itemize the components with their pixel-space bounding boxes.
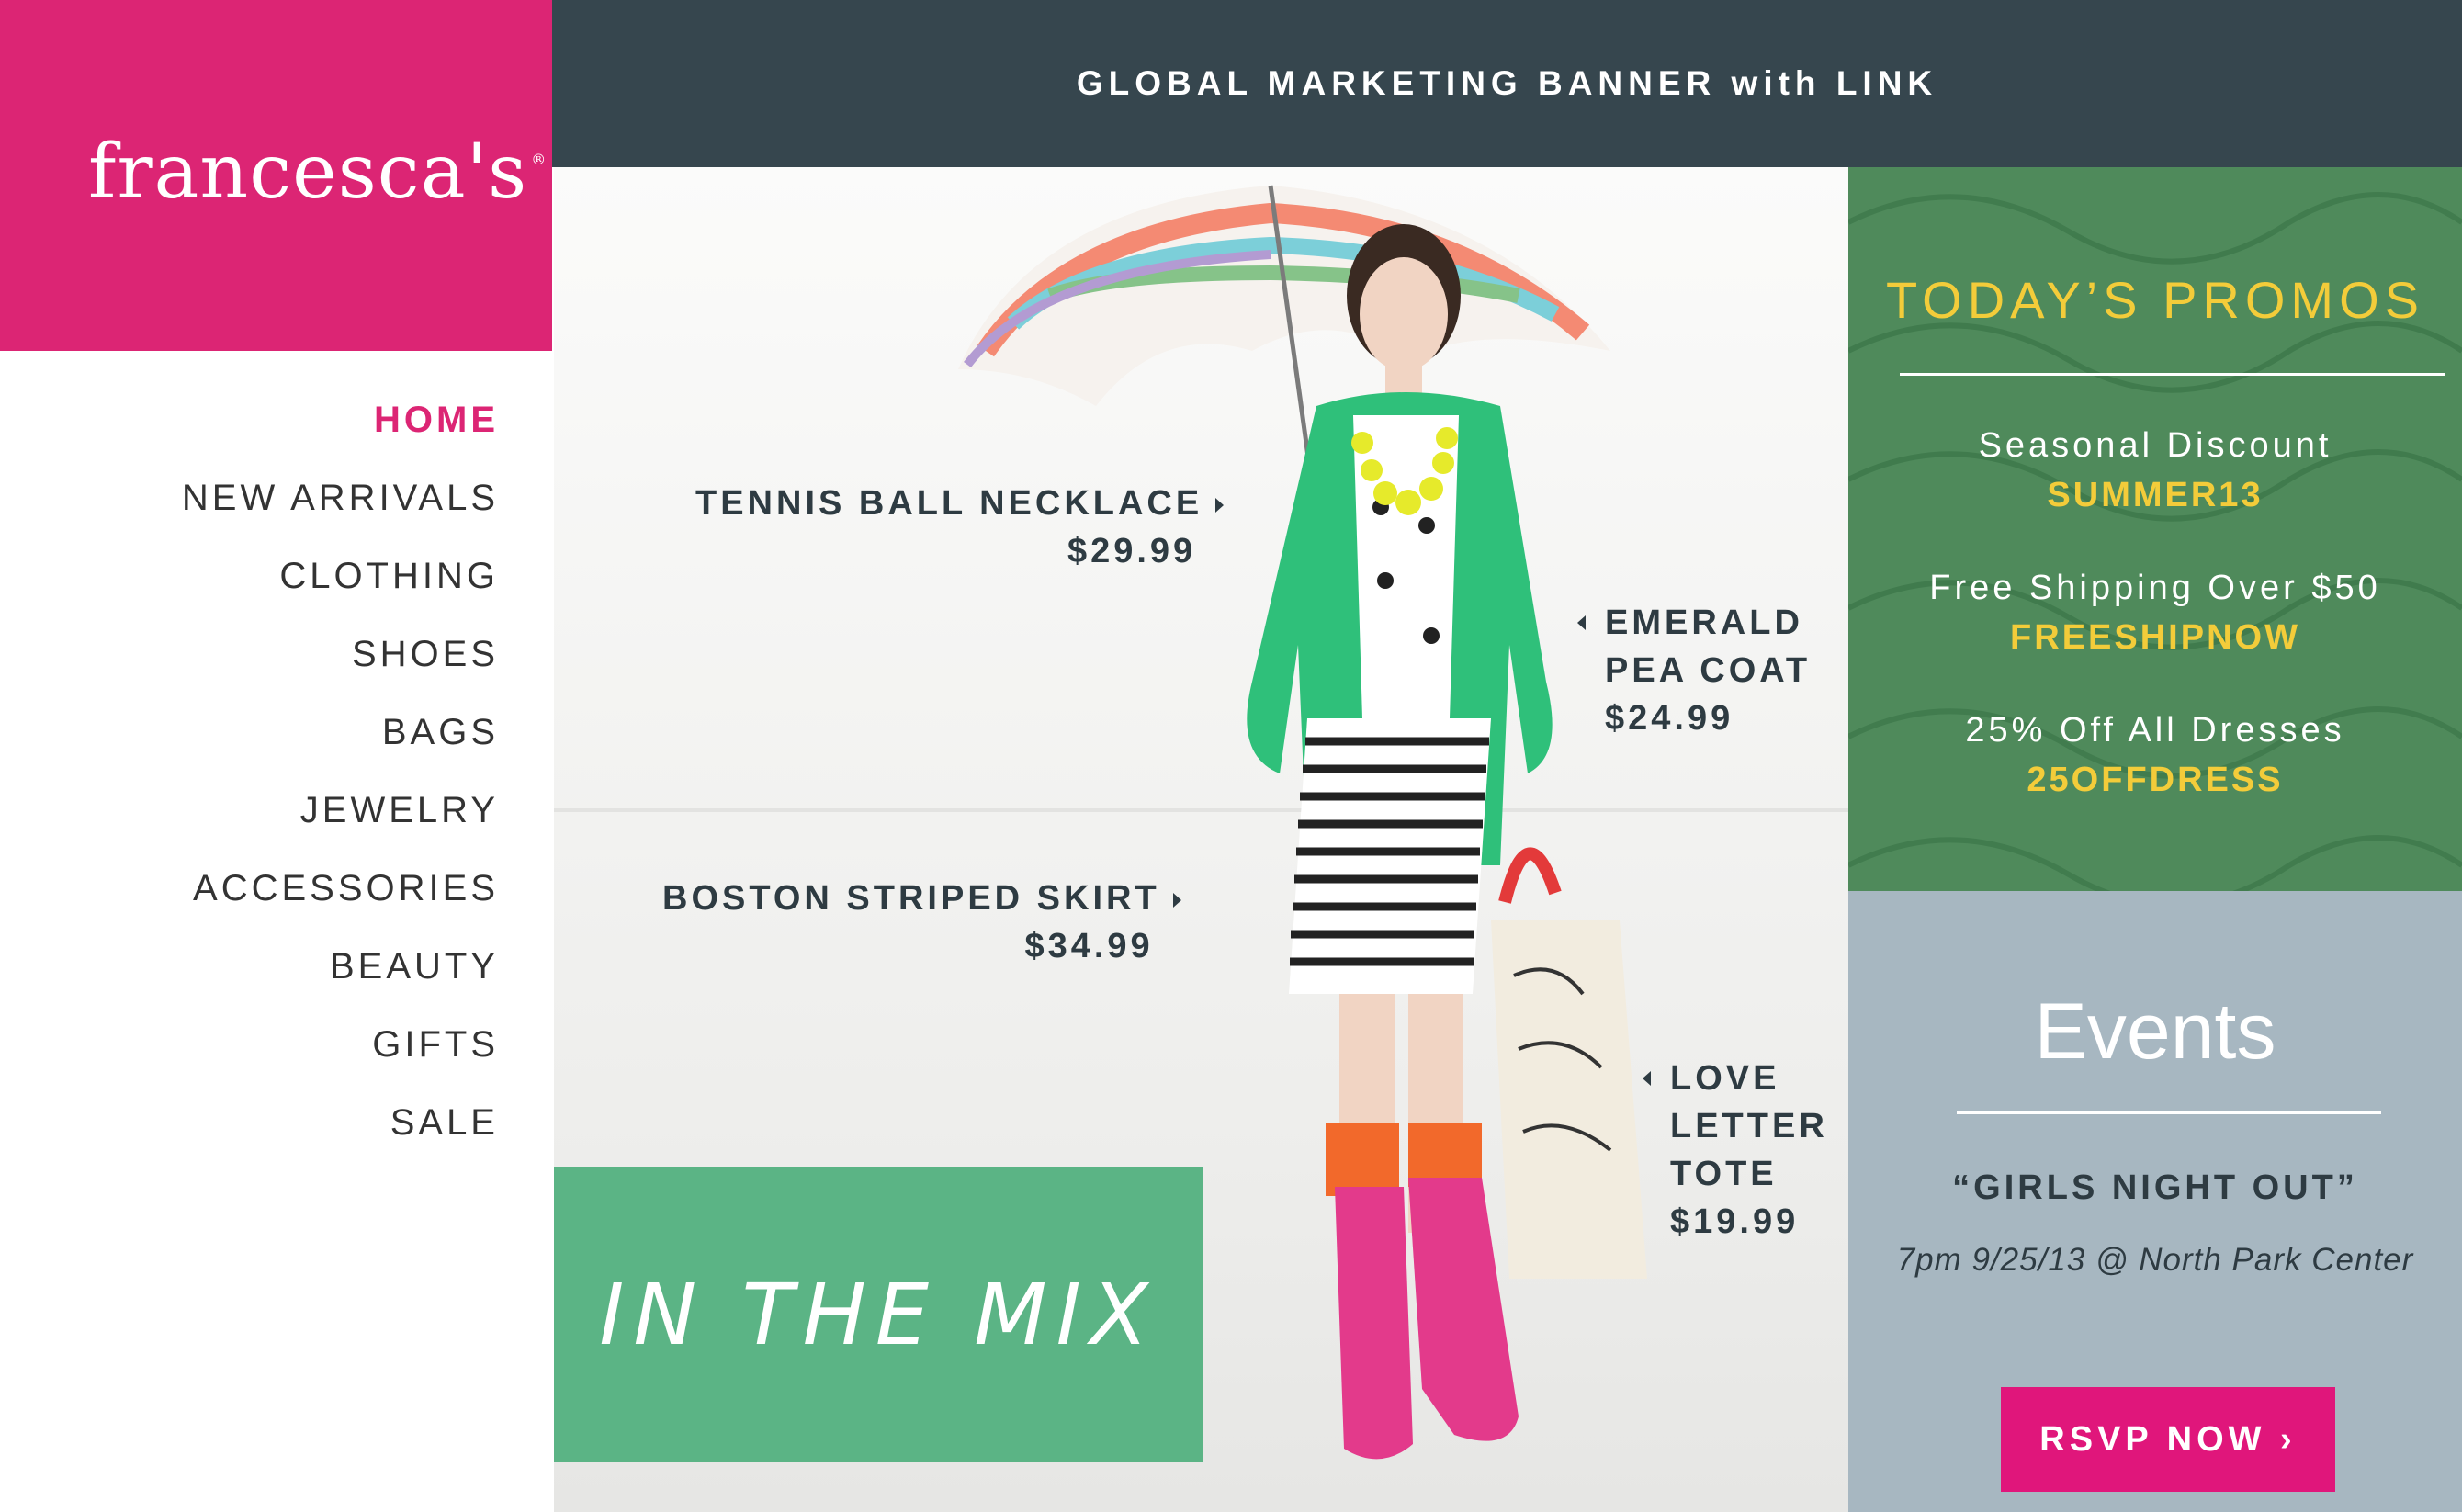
product-name-line: TOTE — [1670, 1155, 1778, 1193]
promo-code[interactable]: SUMMER13 — [1848, 476, 2462, 515]
in-the-mix-feature[interactable]: IN THE MIX — [554, 1167, 1203, 1462]
nav-item-new-arrivals[interactable]: NEW ARRIVALS — [182, 478, 499, 519]
events-divider — [1957, 1111, 2381, 1114]
brand-logo[interactable]: francesca's ® — [88, 129, 547, 216]
caret-right-icon — [1215, 497, 1225, 513]
product-callout-tote[interactable]: LOVE LETTER TOTE $19.99 — [1643, 1055, 1828, 1246]
nav-item-gifts[interactable]: GIFTS — [372, 1024, 499, 1066]
nav-item-sale[interactable]: SALE — [390, 1102, 499, 1144]
events-title: Events — [2034, 987, 2276, 1076]
product-price: $24.99 — [1605, 699, 1734, 738]
product-price: $34.99 — [1024, 927, 1154, 965]
caret-left-icon — [1643, 1071, 1651, 1086]
nav-item-shoes[interactable]: SHOES — [352, 634, 499, 675]
nav-item-clothing[interactable]: CLOTHING — [279, 556, 499, 597]
logo-panel[interactable]: francesca's ® — [0, 0, 552, 351]
promos-panel: TODAY’S PROMOS Seasonal Discount SUMMER1… — [1848, 167, 2462, 891]
rsvp-button[interactable]: RSVP NOW › — [2001, 1387, 2335, 1492]
promo-label: Free Shipping Over $50 — [1929, 569, 2381, 607]
event-detail: 7pm 9/25/13 @ North Park Center — [1896, 1242, 2414, 1278]
nav-item-beauty[interactable]: BEAUTY — [330, 946, 499, 987]
nav-item-home[interactable]: HOME — [374, 400, 499, 441]
product-name-line: EMERALD — [1605, 604, 1803, 642]
events-panel: Events “GIRLS NIGHT OUT” 7pm 9/25/13 @ N… — [1848, 891, 2462, 1512]
nav-item-accessories[interactable]: ACCESSORIES — [193, 868, 499, 909]
promos-title: TODAY’S PROMOS — [1885, 271, 2424, 329]
feature-label: IN THE MIX — [599, 1265, 1158, 1364]
promos-divider — [1900, 373, 2445, 376]
product-price: $29.99 — [1067, 532, 1197, 570]
product-callout-pea-coat[interactable]: EMERALD PEA COAT $24.99 — [1577, 599, 1812, 742]
product-name-line: PEA COAT — [1605, 651, 1812, 690]
caret-right-icon — [1172, 892, 1181, 908]
product-name-line: LETTER — [1670, 1107, 1828, 1145]
promo-code[interactable]: 25OFFDRESS — [1848, 761, 2462, 800]
product-name-line: LOVE — [1670, 1059, 1780, 1098]
rsvp-label: RSVP NOW › — [2039, 1419, 2297, 1459]
product-price: $19.99 — [1670, 1202, 1800, 1241]
product-callout-necklace[interactable]: TENNIS BALL NECKLACE $29.99 — [695, 480, 1225, 575]
caret-left-icon — [1577, 615, 1586, 630]
product-callout-skirt[interactable]: BOSTON STRIPED SKIRT $34.99 — [662, 874, 1181, 970]
nav-item-jewelry[interactable]: JEWELRY — [300, 790, 499, 831]
marketing-banner[interactable]: GLOBAL MARKETING BANNER with LINK — [552, 0, 2462, 167]
banner-text: GLOBAL MARKETING BANNER with LINK — [1076, 64, 1938, 102]
event-name: “GIRLS NIGHT OUT” — [1952, 1168, 2358, 1207]
promo-code[interactable]: FREESHIPNOW — [1848, 618, 2462, 658]
promo-label: Seasonal Discount — [1978, 426, 2332, 465]
nav-item-bags[interactable]: BAGS — [382, 712, 499, 753]
product-name: BOSTON STRIPED SKIRT — [662, 879, 1160, 918]
product-name: TENNIS BALL NECKLACE — [695, 484, 1203, 523]
promo-label: 25% Off All Dresses — [1965, 711, 2345, 750]
